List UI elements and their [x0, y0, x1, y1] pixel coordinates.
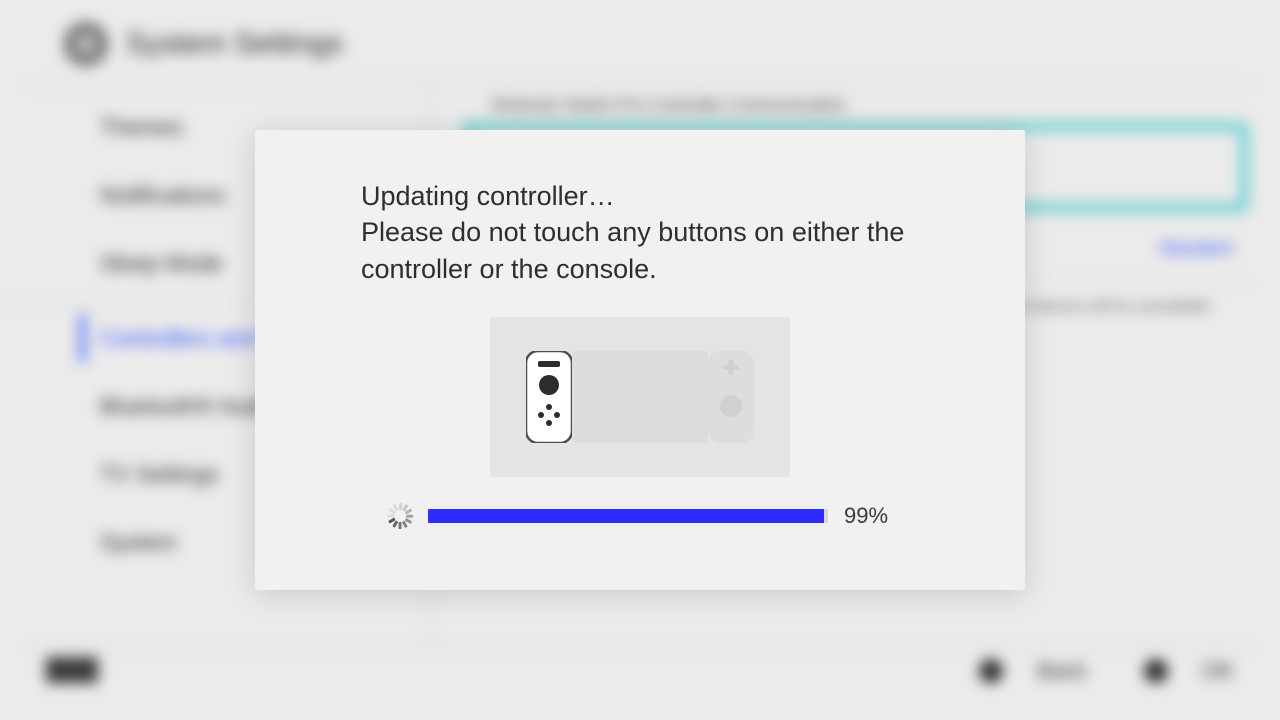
sidebar-item-label: Themes	[100, 114, 183, 141]
hint-ok: OK	[1118, 658, 1234, 684]
dialog-title: Updating controller… Please do not touch…	[305, 178, 975, 287]
page-title: System Settings	[126, 27, 343, 61]
hint-label: Back	[1037, 658, 1086, 684]
b-button-icon	[979, 659, 1003, 683]
progress-row: 99%	[335, 503, 945, 529]
spinner-icon	[386, 503, 412, 529]
sidebar-item-label: Sleep Mode	[100, 250, 223, 277]
gear-icon	[64, 22, 108, 66]
hint-label: OK	[1202, 658, 1234, 684]
sidebar-item-label: TV Settings	[100, 461, 219, 488]
category-label: Nintendo Switch Pro Controller Communica…	[491, 95, 1250, 115]
switch-joycon-icon	[526, 351, 754, 443]
progress-percent: 99%	[844, 503, 894, 529]
update-controller-dialog: Updating controller… Please do not touch…	[255, 130, 1025, 590]
header: System Settings	[0, 0, 1280, 84]
dialog-body-line: Please do not touch any buttons on eithe…	[361, 214, 919, 287]
controller-icon	[46, 657, 98, 683]
button-hints: Back OK	[0, 646, 1280, 700]
progress-bar	[428, 509, 828, 523]
sidebar-item-label: Bluetooth® Audio	[100, 393, 278, 420]
sidebar-item-label: System	[100, 529, 177, 556]
dialog-title-line: Updating controller…	[361, 178, 919, 214]
option-value: Standard	[1159, 238, 1232, 259]
sidebar-item-label: Notifications	[100, 182, 225, 209]
hint-back: Back	[953, 658, 1086, 684]
a-button-icon	[1144, 659, 1168, 683]
progress-fill	[428, 509, 824, 523]
controller-graphic	[490, 317, 790, 477]
